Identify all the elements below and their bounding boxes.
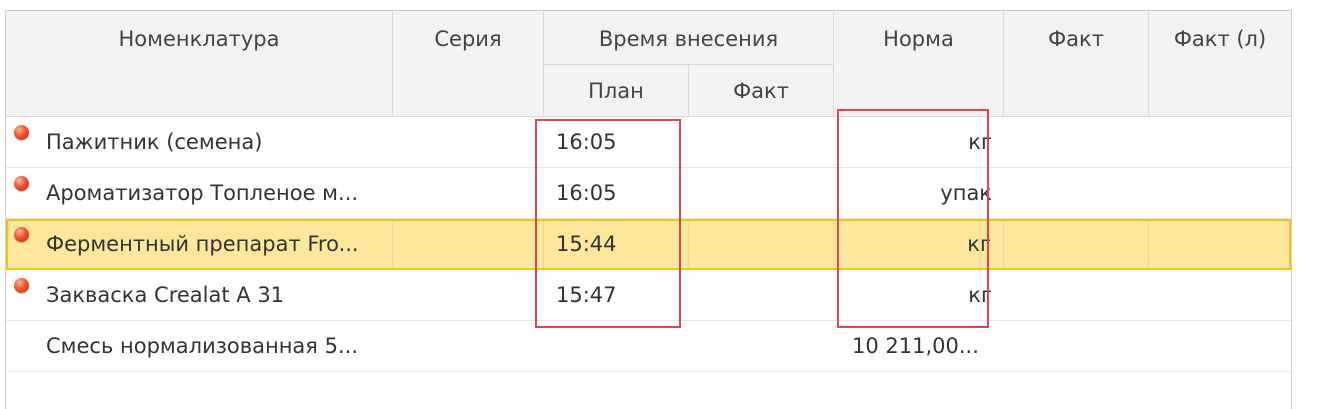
column-header-time-fact[interactable]: Факт: [689, 65, 834, 117]
row-plan-time: 16:05: [556, 181, 617, 205]
column-header-fact-l-label: Факт (л): [1173, 27, 1267, 51]
table-row-selected[interactable]: Ферментный препарат Fro... 15:44 кг: [6, 219, 1291, 270]
row-norm: 10 211,00...: [852, 334, 979, 358]
column-header-series[interactable]: Серия: [393, 11, 544, 117]
column-header-norm-label: Норма: [883, 27, 954, 51]
table-row[interactable]: Смесь нормализованная 5... 10 211,00...: [6, 321, 1291, 372]
row-name: Смесь нормализованная 5...: [46, 334, 358, 358]
row-plan-time: 15:44: [556, 232, 617, 256]
column-header-fact-l[interactable]: Факт (л): [1149, 11, 1291, 117]
column-header-series-label: Серия: [434, 27, 502, 51]
table-row[interactable]: Ароматизатор Топленое м... 16:05 упак: [6, 168, 1291, 219]
row-plan-time: 16:05: [556, 130, 617, 154]
column-header-nomenclature[interactable]: Номенклатура: [6, 11, 393, 117]
row-plan-time: 15:47: [556, 283, 617, 307]
column-header-nomenclature-label: Номенклатура: [118, 27, 280, 51]
row-norm: кг: [968, 130, 992, 154]
column-header-time-plan-label: План: [588, 79, 644, 103]
row-name: Пажитник (семена): [46, 130, 263, 154]
row-norm: кг: [967, 232, 991, 256]
table-row[interactable]: Пажитник (семена) 16:05 кг: [6, 117, 1291, 168]
column-header-time-fact-label: Факт: [733, 79, 789, 103]
column-header-fact[interactable]: Факт: [1004, 11, 1149, 117]
column-header-time-group: Время внесения: [544, 11, 834, 65]
column-header-time-group-label: Время внесения: [598, 27, 779, 51]
row-name: Закваска Crealat A 31: [46, 283, 285, 307]
document-table: Номенклатура Серия Время внесения План Ф…: [5, 10, 1292, 409]
row-name: Ферментный препарат Fro...: [46, 232, 359, 256]
row-norm: упак: [940, 181, 992, 205]
table-row[interactable]: Закваска Crealat A 31 15:47 кг: [6, 270, 1291, 321]
column-header-fact-label: Факт: [1048, 27, 1104, 51]
column-header-norm[interactable]: Норма: [834, 11, 1004, 117]
column-header-time-plan[interactable]: План: [544, 65, 689, 117]
row-norm: кг: [968, 283, 992, 307]
row-name: Ароматизатор Топленое м...: [46, 181, 359, 205]
